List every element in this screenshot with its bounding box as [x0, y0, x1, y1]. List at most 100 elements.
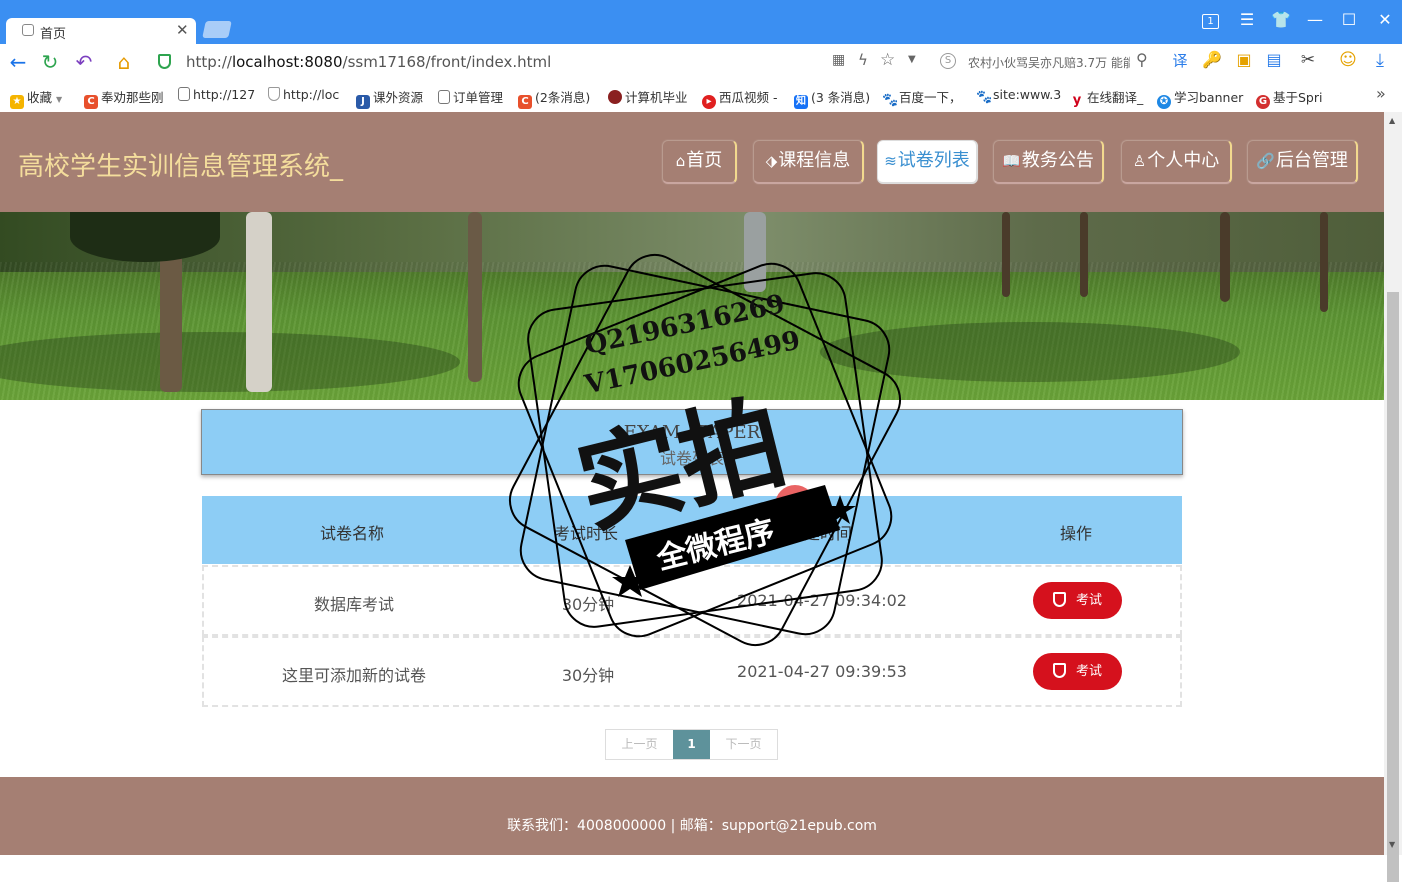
refresh-icon[interactable]: ↻	[38, 50, 62, 74]
avatar-icon	[608, 90, 622, 104]
bookmark-item[interactable]: J 课外资源	[356, 87, 423, 109]
undo-icon[interactable]: ↶	[72, 50, 96, 74]
nav-label: 教务公告	[1021, 150, 1094, 171]
star-icon: ★	[10, 95, 24, 109]
search-box[interactable]: S 农村小伙骂吴亦凡赔3.7万 能能 ⚲	[936, 48, 1156, 76]
baidu-icon: 🐾	[976, 90, 993, 105]
scroll-down-icon[interactable]: ▼	[1389, 840, 1395, 849]
maximize-icon[interactable]: ☐	[1338, 10, 1360, 29]
address-bar[interactable]: http://localhost:8080/ssm17168/front/ind…	[150, 48, 930, 76]
exam-created-time: 2021-04-27 09:34:02	[737, 591, 907, 610]
bookmark-label: 计算机毕业	[625, 90, 688, 105]
nav-home[interactable]: ⌂首页	[662, 140, 737, 184]
browser-tab[interactable]: 首页 ✕	[6, 18, 196, 44]
key-icon[interactable]: 🔑	[1200, 50, 1224, 69]
exam-button-label: 考试	[1075, 593, 1102, 608]
url-host: localhost:8080	[231, 53, 343, 71]
nav-label: 试卷列表	[897, 150, 970, 171]
bookmark-label: 基于Spri	[1273, 90, 1323, 105]
emoji-icon[interactable]: ☺	[1336, 50, 1360, 70]
url-text: http://localhost:8080/ssm17168/front/ind…	[186, 53, 551, 71]
nav-profile[interactable]: ♙个人中心	[1121, 140, 1232, 184]
globe-icon: ✪	[1157, 95, 1171, 109]
tab-title: 首页	[40, 27, 67, 42]
bookmark-label: 学习banner	[1174, 90, 1244, 105]
bookmark-item[interactable]: ★ 收藏 ▼	[10, 87, 62, 109]
start-exam-button[interactable]: 考试	[1033, 653, 1122, 690]
tab-close-icon[interactable]: ✕	[176, 21, 189, 39]
secure-shield-icon	[158, 54, 171, 69]
page-scrollbar[interactable]: ▲ ▼	[1384, 112, 1402, 882]
home-icon: ⌂	[675, 152, 686, 170]
bookmark-label: 课外资源	[373, 90, 424, 105]
tag-icon: ⬗	[765, 152, 778, 170]
pagination: 上一页 1 下一页	[605, 729, 778, 760]
next-page-button[interactable]: 下一页	[710, 730, 777, 759]
scrollbar-thumb[interactable]	[1387, 292, 1399, 882]
skin-icon[interactable]: 👕	[1270, 10, 1292, 29]
user-icon: ♙	[1132, 152, 1147, 170]
bookmark-label: 西瓜视频 -	[719, 90, 778, 105]
bookmark-item[interactable]: ▸ 西瓜视频 -	[702, 87, 777, 109]
page-number-current[interactable]: 1	[673, 730, 710, 759]
bookmark-item[interactable]: 订单管理	[438, 87, 503, 106]
bookmark-item[interactable]: http://127	[178, 87, 255, 102]
baidu-icon: 🐾	[882, 93, 899, 108]
minimize-icon[interactable]: —	[1304, 10, 1326, 29]
nav-notice[interactable]: 📖教务公告	[993, 140, 1104, 184]
screenshot-icon[interactable]: ▤	[1262, 50, 1286, 69]
bookmark-item[interactable]: C (2条消息)	[518, 87, 590, 109]
section-title-box: EXAM / PAPER 试卷列表	[201, 409, 1183, 475]
bookmark-item[interactable]: 知 (3 条消息)	[794, 87, 870, 109]
menu-icon[interactable]: ☰	[1236, 10, 1258, 29]
bookmarks-bar: ★ 收藏 ▼ C 奉劝那些刚 http://127 http://loc J 课外资源…	[0, 80, 1402, 113]
y-icon: y	[1070, 94, 1084, 108]
download-icon[interactable]: ⤓	[1368, 50, 1392, 71]
qr-icon[interactable]: ▦	[832, 52, 845, 68]
page-icon	[178, 87, 190, 101]
bookmark-item[interactable]: 🐾百度一下，	[882, 87, 962, 108]
bookmark-label: http://loc	[283, 87, 340, 102]
nav-label: 后台管理	[1275, 150, 1348, 171]
url-path: /ssm17168/front/index.html	[342, 53, 552, 71]
nav-exam-list[interactable]: ≋试卷列表	[877, 140, 978, 184]
window-badge[interactable]: 1	[1202, 14, 1219, 29]
search-text: 农村小伙骂吴亦凡赔3.7万 能能	[968, 56, 1130, 70]
favorite-star-icon[interactable]: ☆	[880, 50, 895, 70]
bookmark-item[interactable]: 计算机毕业	[608, 87, 688, 106]
zhihu-icon: 知	[794, 95, 808, 109]
lightning-icon[interactable]: ϟ	[858, 51, 868, 69]
back-icon[interactable]: ←	[6, 50, 30, 74]
exam-duration: 30分钟	[561, 666, 615, 685]
section-title-cn: 试卷列表	[659, 449, 724, 468]
nav-admin[interactable]: 🔗后台管理	[1247, 140, 1358, 184]
bookmark-item[interactable]: y 在线翻译_	[1070, 87, 1143, 108]
exam-created-time: 2021-04-27 09:39:53	[737, 662, 907, 681]
nav-course-info[interactable]: ⬗课程信息	[753, 140, 864, 184]
extension-icon[interactable]: ▣	[1232, 50, 1256, 69]
search-engine-icon: S	[940, 53, 956, 69]
more-bookmarks-icon[interactable]: »	[1376, 84, 1386, 103]
bookmark-label: http://127	[193, 87, 256, 102]
dropdown-icon[interactable]: ▼	[908, 54, 916, 65]
bookmark-item[interactable]: G 基于Spri	[1256, 87, 1322, 109]
start-exam-button[interactable]: 考试	[1033, 582, 1122, 619]
bookmark-label: 奉劝那些刚	[101, 90, 164, 105]
close-window-icon[interactable]: ✕	[1374, 10, 1396, 29]
site-footer: 联系我们：4008000000 | 邮箱：support@21epub.com	[0, 777, 1384, 855]
bookmark-item[interactable]: ✪ 学习banner	[1157, 87, 1243, 109]
bookmark-item[interactable]: C 奉劝那些刚	[84, 87, 164, 109]
bookmark-item[interactable]: 🐾site:www.3	[976, 87, 1061, 105]
bookmark-item[interactable]: http://loc	[268, 87, 339, 102]
page-icon	[438, 90, 450, 104]
site-title: 高校学生实训信息管理系统_	[18, 152, 344, 182]
translate-icon[interactable]: 译	[1168, 50, 1192, 71]
scroll-up-icon[interactable]: ▲	[1389, 116, 1395, 125]
exam-name: 这里可添加新的试卷	[281, 666, 426, 685]
home-icon[interactable]: ⌂	[112, 50, 136, 74]
shield-check-icon	[1052, 663, 1066, 678]
prev-page-button[interactable]: 上一页	[606, 730, 673, 759]
search-icon[interactable]: ⚲	[1136, 50, 1148, 69]
new-tab-button[interactable]	[202, 21, 232, 38]
scissors-icon[interactable]: ✂	[1296, 50, 1320, 70]
